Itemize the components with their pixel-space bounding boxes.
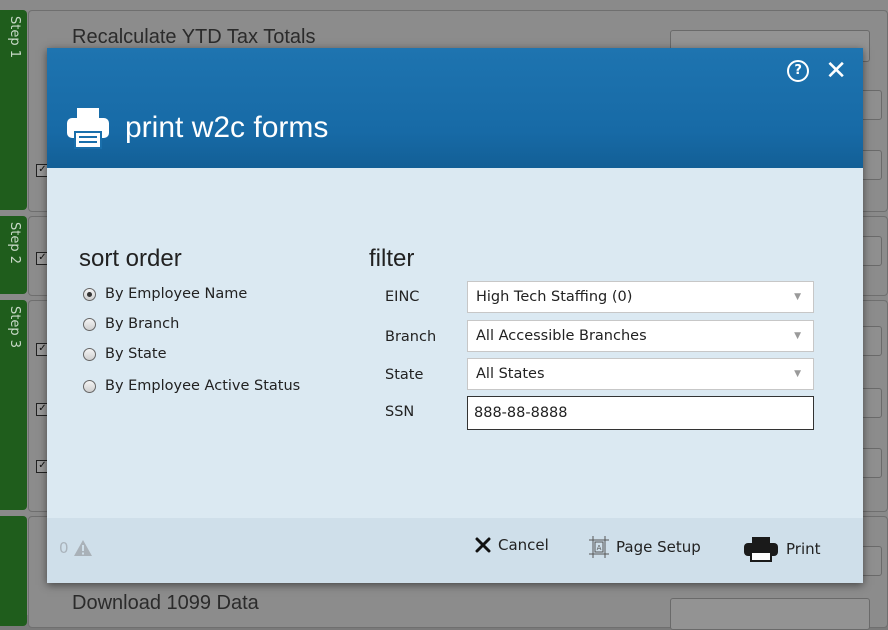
warning-count: 0 — [59, 539, 69, 557]
warning-indicator[interactable]: 0 — [59, 539, 93, 557]
cancel-label: Cancel — [498, 536, 549, 554]
print-w2c-dialog: ? ✕ print w2c forms sort order By Employ… — [47, 48, 863, 583]
state-select[interactable]: All States ▼ — [467, 358, 814, 390]
step-2-bar: Step 2 — [0, 216, 27, 294]
print-label: Print — [786, 540, 821, 558]
header-actions: ? ✕ — [787, 58, 847, 84]
ssn-input[interactable] — [467, 396, 814, 430]
warning-icon — [73, 540, 92, 556]
svg-text:A: A — [597, 544, 602, 552]
chevron-down-icon: ▼ — [794, 369, 801, 379]
close-icon — [475, 537, 491, 553]
einc-select[interactable]: High Tech Staffing (0) ▼ — [467, 281, 814, 313]
page-setup-button[interactable]: A Page Setup — [589, 536, 701, 558]
print-button[interactable]: Print — [743, 536, 821, 562]
branch-label: Branch — [385, 329, 437, 345]
dialog-body: sort order By Employee Name By Branch By… — [47, 168, 863, 518]
radio-label: By Branch — [105, 316, 180, 332]
sort-option-active-status[interactable]: By Employee Active Status — [83, 378, 300, 394]
dialog-title: print w2c forms — [125, 111, 329, 144]
radio[interactable] — [83, 317, 96, 331]
printer-icon — [67, 108, 109, 149]
printer-icon — [744, 537, 778, 562]
dialog-header: ? ✕ print w2c forms — [47, 48, 863, 168]
filter-title: filter — [369, 245, 415, 272]
radio[interactable] — [83, 379, 96, 393]
sort-option-state[interactable]: By State — [83, 346, 167, 362]
ssn-label: SSN — [385, 404, 415, 420]
dialog-footer: 0 Cancel A Page Setup Print — [47, 518, 863, 583]
radio-label: By Employee Active Status — [105, 378, 301, 394]
step-3-bar: Step 3 — [0, 300, 27, 510]
page-setup-label: Page Setup — [616, 538, 701, 556]
radio-checked[interactable] — [83, 287, 96, 301]
state-label: State — [385, 367, 424, 383]
branch-value: All Accessible Branches — [476, 328, 647, 344]
radio-label: By Employee Name — [105, 286, 248, 302]
einc-value: High Tech Staffing (0) — [476, 289, 633, 305]
sort-order-title: sort order — [79, 245, 182, 272]
radio[interactable] — [83, 347, 96, 361]
step-1-bar: Step 1 — [0, 10, 27, 210]
cancel-button[interactable]: Cancel — [475, 536, 549, 554]
sort-option-employee-name[interactable]: By Employee Name — [83, 286, 247, 302]
state-value: All States — [476, 366, 545, 382]
einc-label: EINC — [385, 289, 420, 305]
help-button[interactable]: ? — [787, 60, 810, 82]
bg-run-button-bottom — [670, 598, 870, 630]
bg-top-item-label: Recalculate YTD Tax Totals — [72, 26, 316, 48]
sort-option-branch[interactable]: By Branch — [83, 316, 179, 332]
close-button[interactable]: ✕ — [825, 58, 847, 84]
chevron-down-icon: ▼ — [794, 331, 801, 341]
chevron-down-icon: ▼ — [794, 292, 801, 302]
step-4-bar — [0, 516, 27, 626]
dialog-title-group: print w2c forms — [65, 106, 328, 150]
page-setup-icon: A — [589, 536, 609, 558]
radio-label: By State — [105, 346, 167, 362]
bg-bottom-item-label: Download 1099 Data — [72, 592, 259, 614]
branch-select[interactable]: All Accessible Branches ▼ — [467, 320, 814, 352]
